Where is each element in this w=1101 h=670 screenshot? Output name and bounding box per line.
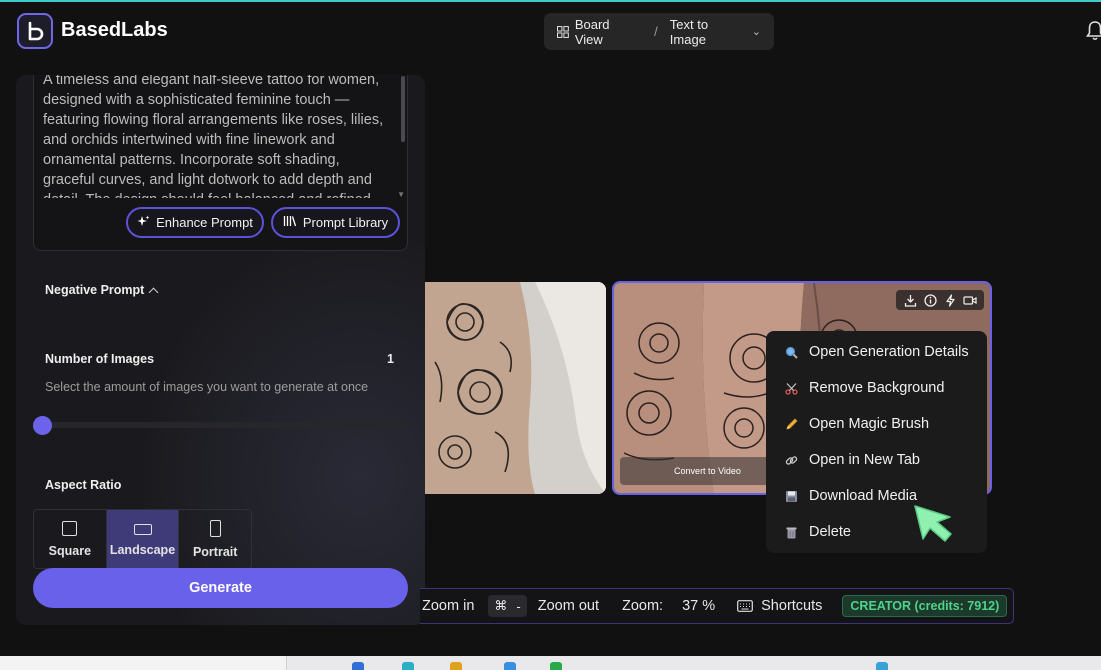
info-icon[interactable] <box>923 293 937 307</box>
generated-image-1[interactable] <box>425 282 606 494</box>
prompt-library-label: Prompt Library <box>302 215 389 230</box>
credits-badge[interactable]: CREATOR (credits: 7912) <box>842 595 1008 617</box>
aspect-ratio-landscape[interactable]: Landscape <box>106 510 180 568</box>
header: BasedLabs Board View / Text to Image ⌄ <box>0 2 1101 58</box>
landscape-icon <box>133 523 152 535</box>
video-icon[interactable] <box>963 293 977 307</box>
zoom-out-label[interactable]: Zoom out <box>538 598 599 614</box>
bolt-icon[interactable] <box>943 293 957 307</box>
link-icon <box>783 454 799 467</box>
pointer-cursor-icon <box>914 505 952 542</box>
keyboard-icon <box>737 600 754 612</box>
prompt-box: A timeless and elegant half-sleeve tatto… <box>33 75 408 251</box>
trash-icon <box>783 526 799 539</box>
taskbar-app-icon[interactable] <box>352 662 364 670</box>
scroll-down-arrow-icon[interactable]: ▼ <box>397 190 405 199</box>
generate-button[interactable]: Generate <box>33 568 408 608</box>
shortcuts-button[interactable]: Shortcuts <box>737 598 822 614</box>
negative-prompt-toggle[interactable]: Negative Prompt <box>45 283 159 298</box>
breadcrumb-separator: / <box>654 24 658 39</box>
menu-item-open-generation-details[interactable]: Open Generation Details <box>766 334 987 370</box>
sparkle-icon <box>137 215 150 231</box>
image-toolbar <box>896 290 984 310</box>
portrait-icon <box>209 519 221 537</box>
chevron-down-icon[interactable]: ⌄ <box>752 25 761 38</box>
mode-label[interactable]: Text to Image <box>670 17 747 47</box>
zoom-label: Zoom: <box>621 598 664 614</box>
view-switcher[interactable]: Board View / Text to Image ⌄ <box>544 13 774 50</box>
number-of-images-label: Number of Images <box>45 352 155 366</box>
prompt-library-button[interactable]: Prompt Library <box>271 207 400 238</box>
grid-icon <box>557 25 569 38</box>
taskbar-app-icon[interactable] <box>876 662 888 670</box>
bell-icon[interactable] <box>1086 20 1101 42</box>
minus-key: - <box>516 598 521 614</box>
zoom-value: 37 % <box>682 598 716 614</box>
aspect-ratio-option-label: Square <box>48 543 92 558</box>
floppy-disk-icon <box>783 490 799 503</box>
app-logo[interactable] <box>17 13 53 49</box>
aspect-ratio-label: Aspect Ratio <box>45 478 122 492</box>
scissors-icon <box>783 382 799 395</box>
menu-item-label: Open Magic Brush <box>809 416 930 432</box>
magnifier-icon <box>783 346 799 359</box>
menu-item-open-in-new-tab[interactable]: Open in New Tab <box>766 442 987 478</box>
negative-prompt-label: Negative Prompt <box>45 283 145 297</box>
canvas-toolbar: Zoom in ⌘ - Zoom out Zoom: 37 % Shortcut… <box>420 588 1014 624</box>
menu-item-remove-background[interactable]: Remove Background <box>766 370 987 406</box>
menu-item-label: Open Generation Details <box>809 344 969 360</box>
enhance-prompt-button[interactable]: Enhance Prompt <box>126 207 264 238</box>
taskbar-app-icon[interactable] <box>504 662 516 670</box>
app-name: BasedLabs <box>61 19 168 41</box>
menu-item-label: Open in New Tab <box>809 452 920 468</box>
number-of-images-slider[interactable] <box>34 422 408 428</box>
enhance-prompt-label: Enhance Prompt <box>156 215 253 230</box>
taskbar-app-icon[interactable] <box>550 662 562 670</box>
pencil-icon <box>783 417 799 431</box>
library-icon <box>283 215 297 230</box>
aspect-ratio-option-label: Portrait <box>192 544 238 559</box>
prompt-scrollbar[interactable] <box>401 76 405 142</box>
menu-item-label: Remove Background <box>809 380 945 396</box>
prompt-textarea[interactable]: A timeless and elegant half-sleeve tatto… <box>43 75 395 198</box>
board-view-label[interactable]: Board View <box>575 17 640 47</box>
slider-thumb[interactable] <box>33 416 52 435</box>
aspect-ratio-portrait[interactable]: Portrait <box>179 510 251 568</box>
taskbar-search[interactable] <box>0 656 287 670</box>
shortcut-keys: ⌘ - <box>488 595 527 617</box>
square-icon <box>62 520 78 536</box>
command-key-icon: ⌘ <box>494 598 508 613</box>
chevron-up-icon <box>148 287 159 298</box>
zoom-in-label[interactable]: Zoom in <box>422 598 474 614</box>
tattoo-image-1 <box>425 282 606 494</box>
taskbar-app-icon[interactable] <box>402 662 414 670</box>
number-of-images-helper: Select the amount of images you want to … <box>45 380 369 394</box>
aspect-ratio-selector: Square Landscape Portrait <box>33 509 252 569</box>
menu-item-label: Download Media <box>809 488 918 504</box>
logo-b-icon <box>28 21 44 41</box>
menu-item-label: Delete <box>809 524 851 540</box>
download-icon[interactable] <box>903 293 917 307</box>
generation-panel: A timeless and elegant half-sleeve tatto… <box>16 75 425 625</box>
shortcuts-label: Shortcuts <box>761 598 823 614</box>
taskbar-app-icon[interactable] <box>450 662 462 670</box>
aspect-ratio-square[interactable]: Square <box>34 510 107 568</box>
number-of-images-value: 1 <box>387 352 394 366</box>
aspect-ratio-option-label: Landscape <box>109 542 176 557</box>
menu-item-open-magic-brush[interactable]: Open Magic Brush <box>766 406 987 442</box>
